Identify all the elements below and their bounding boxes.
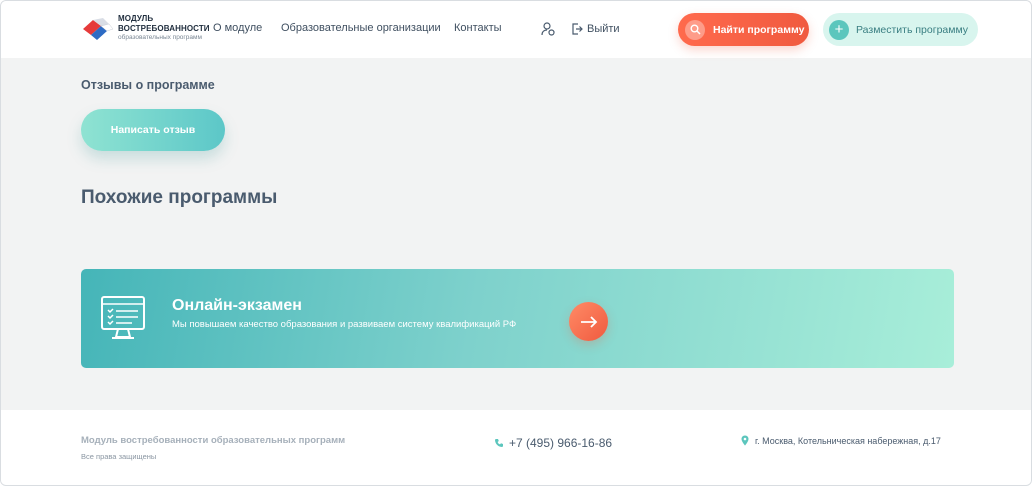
footer-rights: Все права защищены xyxy=(81,452,157,461)
similar-programs-title: Похожие программы xyxy=(81,187,278,208)
find-program-button[interactable]: Найти программу xyxy=(678,13,809,46)
logo-line-2: ВОСТРЕБОВАННОСТИ xyxy=(118,24,210,33)
nav-about[interactable]: О модуле xyxy=(213,22,262,34)
arrow-right-icon xyxy=(580,315,597,328)
nav-contacts[interactable]: Контакты xyxy=(454,22,502,34)
site-logo[interactable]: МОДУЛЬ ВОСТРЕБОВАННОСТИ образовательных … xyxy=(81,14,211,44)
location-pin-icon xyxy=(741,435,749,446)
logo-line-3: образовательных программ xyxy=(118,34,202,41)
banner-arrow-button[interactable] xyxy=(569,302,608,341)
banner-title: Онлайн-экзамен xyxy=(172,297,302,314)
place-program-label: Разместить программу xyxy=(856,23,969,36)
logo-line-1: МОДУЛЬ xyxy=(118,14,154,23)
online-exam-banner[interactable]: Онлайн-экзамен Мы повышаем качество обра… xyxy=(81,269,954,368)
plus-icon: + xyxy=(829,19,849,40)
page-frame: МОДУЛЬ ВОСТРЕБОВАННОСТИ образовательных … xyxy=(0,0,1032,486)
logout-label: Выйти xyxy=(587,23,620,35)
exam-monitor-icon xyxy=(101,296,145,339)
logout-icon xyxy=(572,23,583,35)
footer-site-name: Модуль востребованности образовательных … xyxy=(81,435,346,446)
logo-icon xyxy=(83,18,114,40)
banner-subtitle: Мы повышаем качество образования и разви… xyxy=(172,319,517,330)
footer-address-text: г. Москва, Котельническая набережная, д.… xyxy=(755,435,941,446)
write-review-button[interactable]: Написать отзыв xyxy=(81,109,225,151)
find-program-label: Найти программу xyxy=(713,23,805,36)
reviews-title: Отзывы о программе xyxy=(81,78,215,92)
search-icon xyxy=(685,19,705,40)
footer-phone: +7 (495) 966-16-86 xyxy=(509,436,613,450)
footer-address: г. Москва, Котельническая набережная, д.… xyxy=(741,435,941,446)
logout-link[interactable]: Выйти xyxy=(572,21,620,37)
footer-phone-link[interactable]: +7 (495) 966-16-86 xyxy=(494,436,612,450)
site-header: МОДУЛЬ ВОСТРЕБОВАННОСТИ образовательных … xyxy=(1,1,1031,58)
nav-orgs[interactable]: Образовательные организации xyxy=(281,22,441,34)
place-program-button[interactable]: + Разместить программу xyxy=(823,13,978,46)
user-settings-icon[interactable] xyxy=(540,21,556,37)
site-footer: Модуль востребованности образовательных … xyxy=(1,410,1031,485)
phone-icon xyxy=(495,439,503,447)
